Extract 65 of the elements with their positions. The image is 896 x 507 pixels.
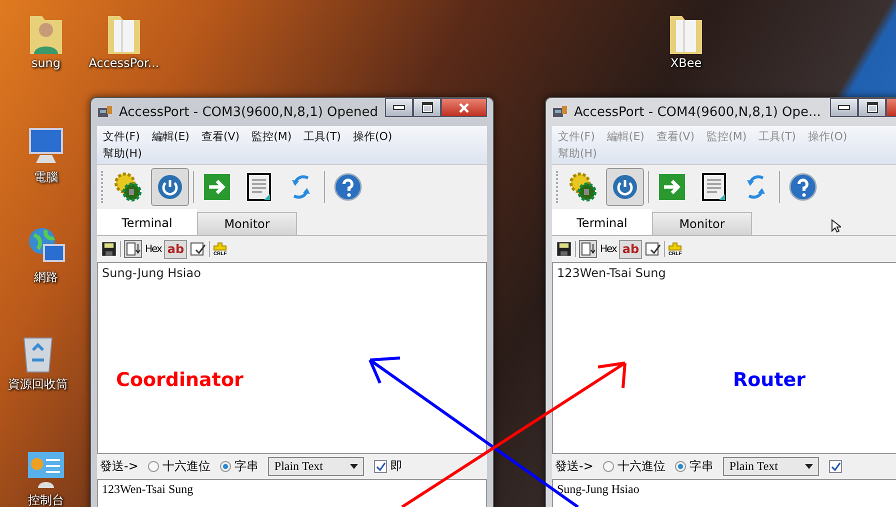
- menu-item[interactable]: 工具(T): [304, 129, 341, 144]
- edit-icon[interactable]: [190, 241, 206, 257]
- document-icon: [244, 172, 274, 202]
- desktop-icon-label: XBee: [670, 56, 702, 70]
- power-icon: [155, 172, 185, 202]
- close-button[interactable]: [441, 98, 487, 117]
- desktop-icon-label: 資源回收筒: [8, 376, 68, 393]
- mouse-cursor-icon: [831, 219, 841, 233]
- window-title: AccessPort - COM3(9600,N,8,1) Opened: [119, 104, 378, 120]
- tab[interactable]: Terminal: [97, 209, 197, 235]
- power-icon: [610, 172, 640, 202]
- checkbox-label: 即: [390, 458, 402, 475]
- document-icon: [699, 172, 729, 202]
- menu-item[interactable]: 幫助(H): [103, 146, 142, 161]
- checkbox[interactable]: [829, 460, 842, 473]
- radio-label: 字串: [234, 458, 258, 475]
- caret-icon: [805, 464, 814, 469]
- checkbox[interactable]: [374, 460, 388, 473]
- desktop-icon-label: 電腦: [34, 169, 58, 186]
- save-icon[interactable]: [101, 241, 117, 257]
- radio-label: 字串: [689, 458, 714, 475]
- app-icon: [552, 105, 568, 119]
- menu-item[interactable]: 監控(M): [252, 129, 292, 144]
- desktop-icon-label: AccessPor...: [88, 56, 160, 70]
- help-icon: [788, 172, 818, 202]
- hex-label: Hex: [145, 244, 162, 254]
- send-label: 發送->: [555, 458, 594, 475]
- hex-view-icon[interactable]: [124, 240, 142, 258]
- crlf-icon: [668, 242, 682, 250]
- ab-button[interactable]: ab: [164, 240, 188, 258]
- app-icon: [97, 105, 113, 119]
- desktop-icon-label: sung: [31, 56, 61, 70]
- tab[interactable]: Monitor: [197, 212, 297, 235]
- role-label: Router: [733, 369, 806, 391]
- menu-item[interactable]: 編輯(E): [152, 129, 190, 144]
- power-button[interactable]: [151, 168, 189, 206]
- caret-icon: [350, 464, 358, 469]
- menu-item[interactable]: 查看(V): [201, 129, 240, 144]
- help-icon: [333, 172, 363, 202]
- radio-label: 十六進位: [617, 458, 666, 475]
- arrow-right-icon: [202, 172, 232, 202]
- gears-icon: [568, 172, 598, 202]
- received-text: 123Wen-Tsai Sung: [557, 266, 666, 280]
- radio-label: 十六進位: [162, 458, 210, 475]
- close-icon: [458, 102, 470, 112]
- send-input-field[interactable]: 123Wen-Tsai Sung: [97, 479, 487, 507]
- arrow-right-icon: [657, 172, 687, 202]
- send-label: 發送->: [100, 458, 138, 475]
- crlf-icon: [213, 242, 228, 250]
- role-label: Coordinator: [116, 369, 244, 391]
- maximize-button[interactable]: [413, 98, 441, 117]
- radio-button[interactable]: [675, 461, 686, 472]
- received-text: Sung-Jung Hsiao: [102, 266, 201, 280]
- desktop-icon-label: 控制台: [28, 492, 64, 507]
- menu-item[interactable]: 操作(O): [352, 129, 392, 144]
- radio-button[interactable]: [148, 461, 160, 472]
- gears-icon: [113, 172, 143, 202]
- desktop-icon-label: 網路: [34, 269, 58, 286]
- minimize-button[interactable]: [385, 98, 413, 117]
- window-title: AccessPort - COM4(9600,N,8,1) Ope...: [574, 104, 821, 120]
- menu-item[interactable]: 文件(F): [103, 129, 140, 144]
- radio-button[interactable]: [220, 461, 232, 472]
- radio-button[interactable]: [603, 461, 614, 472]
- hex-label: Hex: [600, 244, 616, 254]
- format-dropdown[interactable]: Plain Text: [268, 457, 364, 476]
